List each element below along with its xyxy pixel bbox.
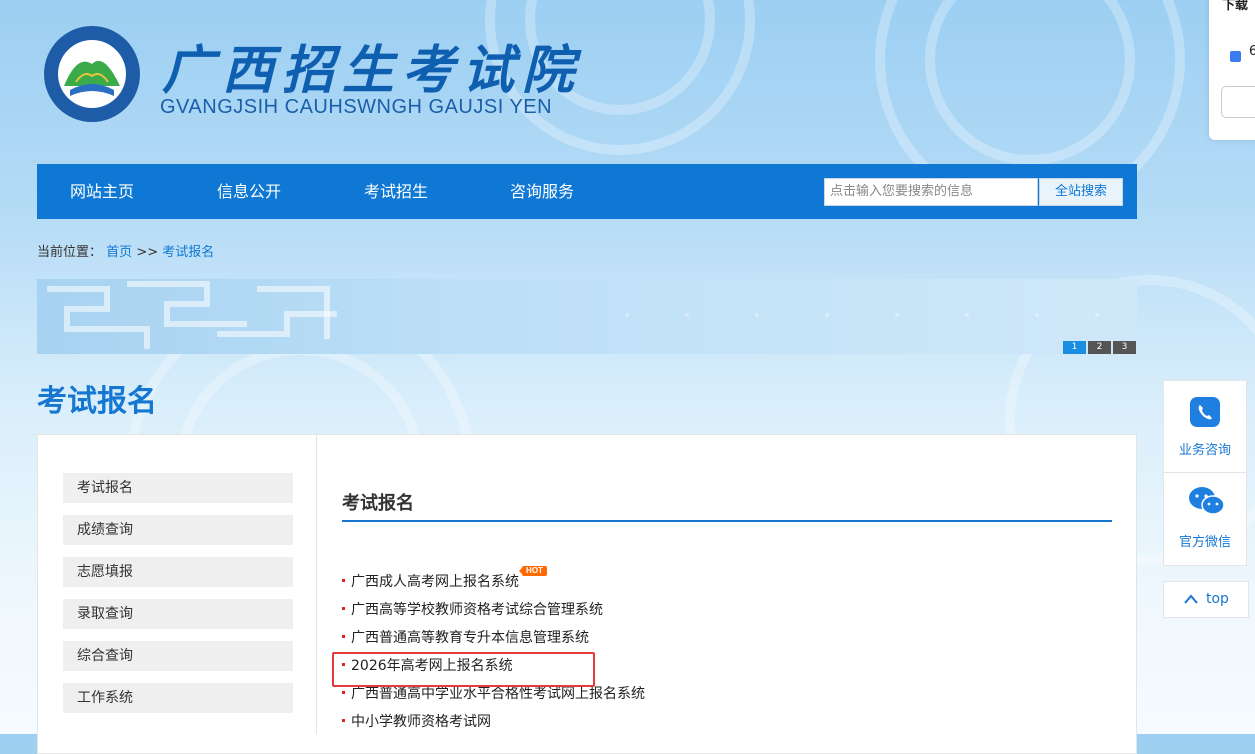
float-divider [1163, 472, 1247, 473]
list-item-label[interactable]: 中小学教师资格考试网 [351, 714, 491, 730]
highlight-box [332, 652, 595, 687]
breadcrumb: 当前位置： 首页 >> 考试报名 [37, 241, 214, 260]
search-button[interactable]: 全站搜索 [1039, 178, 1123, 206]
wechat-icon[interactable] [1188, 486, 1226, 518]
banner-pattern [47, 281, 1099, 349]
sidebar-item-admission[interactable]: 录取查询 [63, 599, 293, 629]
banner[interactable] [37, 279, 1137, 354]
list-item-upgrade[interactable]: 广西普通高等教育专升本信息管理系统 [342, 627, 589, 647]
sidebar-item-work-system[interactable]: 工作系统 [63, 683, 293, 713]
nav-item-home[interactable]: 网站主页 [70, 164, 134, 219]
banner-page-3[interactable]: 3 [1113, 341, 1136, 354]
download-popup: 下载 6 [1209, 0, 1255, 140]
bullet-icon [342, 634, 345, 638]
list-item-teacher-cert[interactable]: 广西高等学校教师资格考试综合管理系统 [342, 599, 603, 619]
top-label: top [1206, 591, 1229, 607]
banner-page-2[interactable]: 2 [1088, 341, 1111, 354]
bullet-icon [342, 718, 345, 722]
section-title: 考试报名 [342, 493, 414, 514]
sidebar-item-general-query[interactable]: 综合查询 [63, 641, 293, 671]
sidebar-item-registration[interactable]: 考试报名 [63, 473, 293, 503]
back-to-top-button[interactable]: top [1163, 581, 1249, 618]
section-divider [342, 520, 1112, 522]
breadcrumb-separator: >> [136, 245, 159, 260]
list-item-teacher-exam-site[interactable]: 中小学教师资格考试网 [342, 711, 491, 731]
bullet-icon [342, 578, 345, 582]
nav-item-exam[interactable]: 考试招生 [364, 164, 428, 219]
nav-item-info[interactable]: 信息公开 [217, 164, 281, 219]
breadcrumb-home[interactable]: 首页 [106, 245, 132, 260]
list-item-label[interactable]: 广西普通高等教育专升本信息管理系统 [351, 630, 589, 646]
list-item-label[interactable]: 广西高等学校教师资格考试综合管理系统 [351, 602, 603, 618]
popup-title: 下载 [1222, 0, 1249, 13]
popup-checkbox[interactable] [1230, 51, 1241, 62]
bullet-icon [342, 606, 345, 610]
page-title: 考试报名 [37, 384, 157, 419]
site-logo[interactable]: 广西招生考试院 GVANGJSIH CAUHSWNGH GAUJSI YEN [42, 24, 642, 134]
wechat-label[interactable]: 官方微信 [1163, 531, 1247, 550]
sidebar-item-application[interactable]: 志愿填报 [63, 557, 293, 587]
sidebar-item-scores[interactable]: 成绩查询 [63, 515, 293, 545]
emblem-icon [44, 26, 140, 122]
chevron-up-icon [1184, 594, 1198, 604]
sidebar-divider [316, 434, 317, 734]
popup-input[interactable] [1221, 86, 1255, 118]
hot-badge: HOT [519, 566, 547, 576]
site-name-cn: 广西招生考试院 [162, 40, 583, 101]
breadcrumb-current[interactable]: 考试报名 [162, 245, 214, 260]
breadcrumb-prefix: 当前位置： [37, 245, 103, 260]
nav-item-consult[interactable]: 咨询服务 [510, 164, 574, 219]
phone-consult-icon[interactable] [1190, 397, 1220, 427]
list-item-label[interactable]: 广西成人高考网上报名系统 [351, 574, 519, 590]
bullet-icon [342, 690, 345, 694]
popup-number: 6 [1249, 44, 1255, 59]
main-nav: 网站主页 信息公开 考试招生 咨询服务 点击输入您要搜索的信息 全站搜索 [37, 164, 1137, 219]
list-item-label[interactable]: 广西普通高中学业水平合格性考试网上报名系统 [351, 686, 645, 702]
search-input[interactable]: 点击输入您要搜索的信息 [824, 178, 1038, 206]
list-item-adult-exam[interactable]: 广西成人高考网上报名系统 [342, 571, 519, 591]
site-name-en: GVANGJSIH CAUHSWNGH GAUJSI YEN [160, 96, 553, 118]
banner-page-1[interactable]: 1 [1063, 341, 1086, 354]
consult-label[interactable]: 业务咨询 [1163, 439, 1247, 458]
